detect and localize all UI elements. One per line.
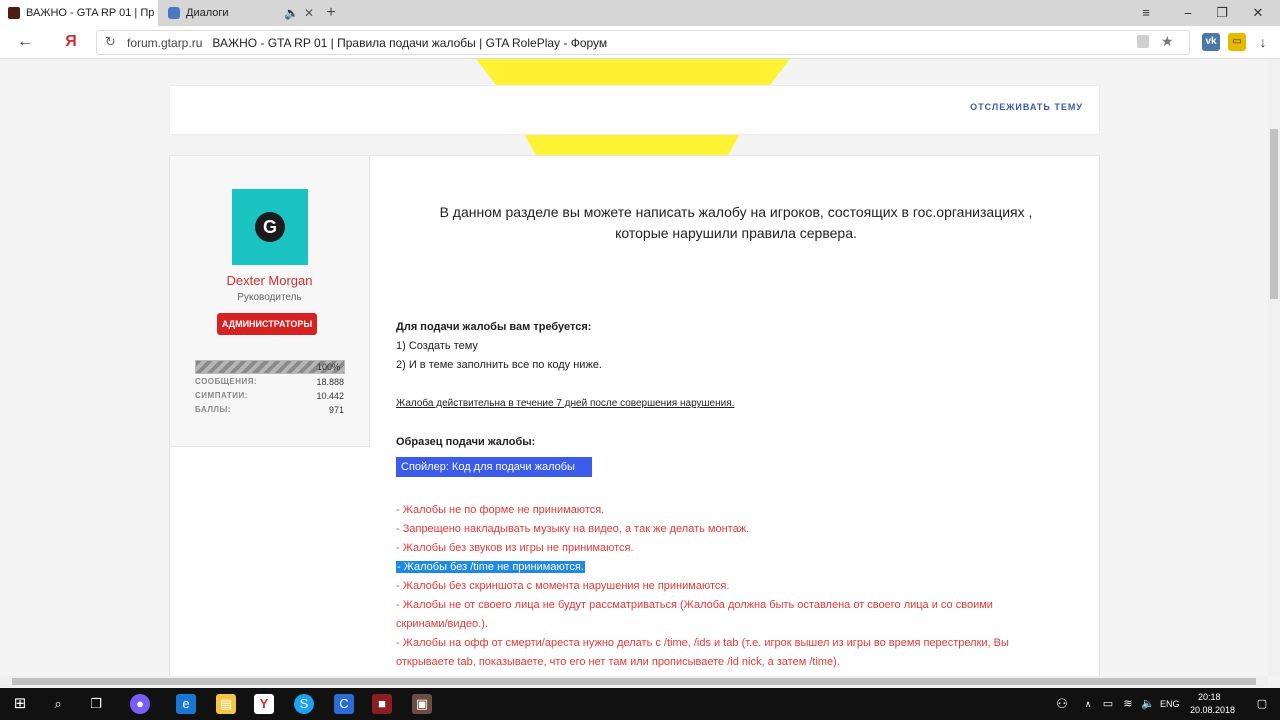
address-bar: ← Я ↻ forum.gtarp.ru ВАЖНО - GTA RP 01 |… [0, 26, 1280, 59]
alice-icon[interactable]: ● [130, 694, 150, 714]
close-tab-icon[interactable]: ✕ [302, 6, 316, 20]
reload-icon[interactable]: ↻ [105, 34, 116, 50]
forum-favicon-icon [8, 7, 20, 19]
rule-item: - Жалобы не по форме не принимаются. [396, 504, 605, 516]
validity-note: Жалоба действительна в течение 7 дней по… [396, 398, 735, 409]
volume-icon[interactable]: 🔈 [1138, 694, 1158, 714]
progress-label: 100% [316, 362, 340, 372]
yandex-browser-icon[interactable]: Y [254, 694, 274, 714]
url-domain: forum.gtarp.ru [127, 35, 203, 50]
app-icon[interactable]: C [334, 694, 354, 714]
stat-label: СООБЩЕНИЯ: [195, 377, 258, 386]
stat-value: 10.442 [316, 391, 344, 401]
task-view-icon[interactable]: ❐ [86, 694, 106, 714]
yandex-logo-icon[interactable]: Я [60, 32, 82, 52]
requirement-item: 1) Создать тему [396, 340, 478, 352]
rule-item: открываете tab, показываете, что его нет… [396, 656, 840, 668]
notifications-icon[interactable]: ▢ [1252, 694, 1272, 714]
scroll-thumb[interactable] [1270, 129, 1278, 299]
rule-item: - Жалобы не от своего лица не будут расс… [396, 599, 993, 611]
stat-row: БАЛЛЫ: 971 [195, 405, 344, 415]
stat-row: СООБЩЕНИЯ: 18.888 [195, 377, 344, 387]
restore-button[interactable]: ❐ [1212, 3, 1232, 23]
page-viewport: ОТСЛЕЖИВАТЬ ТЕМУ G Dexter Morgan Руковод… [0, 59, 1268, 676]
author-role: Руководитель [237, 292, 302, 303]
app-icon[interactable]: ■ [372, 694, 392, 714]
close-window-button[interactable]: ✕ [1248, 3, 1268, 23]
horizontal-scrollbar[interactable] [0, 676, 1268, 687]
yellow-top-shape [476, 59, 790, 85]
stat-label: СИМПАТИИ: [195, 391, 248, 400]
people-icon[interactable]: ⚇ [1052, 694, 1072, 714]
vertical-scrollbar[interactable] [1268, 59, 1280, 676]
skype-icon[interactable]: S [294, 694, 314, 714]
vk-favicon-icon [168, 7, 180, 19]
thread-toolbar: ОТСЛЕЖИВАТЬ ТЕМУ [169, 85, 1100, 135]
sample-title: Образец подачи жалобы: [396, 436, 536, 448]
search-icon[interactable]: ⌕ [48, 694, 68, 714]
back-button[interactable]: ← [14, 32, 36, 52]
tray-chevron-icon[interactable]: ∧ [1078, 694, 1098, 714]
minimize-button[interactable]: ⎯ [1178, 3, 1198, 23]
post-headline: В данном разделе вы можете написать жало… [396, 202, 1076, 244]
rule-item-selected: - Жалобы без /time не принимаются. [396, 558, 1076, 577]
windows-start-icon[interactable]: ⊞ [10, 694, 30, 714]
vk-extension-icon[interactable]: vk [1202, 33, 1220, 51]
headline-line: которые нарушили правила сервера. [615, 225, 857, 241]
url-field[interactable]: ↻ forum.gtarp.ru ВАЖНО - GTA RP 01 | Пра… [96, 30, 1190, 55]
menu-icon[interactable]: ≡ [1136, 3, 1156, 23]
app-icon[interactable]: ▣ [412, 694, 432, 714]
requirements-title: Для подачи жалобы вам требуется: [396, 321, 592, 333]
author-name[interactable]: Dexter Morgan [170, 273, 369, 288]
language-indicator[interactable]: ENG [1160, 699, 1180, 709]
forum-post: G Dexter Morgan Руководитель АДМИНИСТРАТ… [169, 155, 1100, 676]
spoiler-button[interactable]: Спойлер: Код для подачи жалобы [396, 457, 592, 477]
clock-time[interactable]: 20:18 [1198, 692, 1221, 702]
tab-title: Диалоги [186, 7, 229, 19]
post-content: В данном разделе вы можете написать жало… [396, 156, 1076, 676]
rule-item: скринами/видео.). [396, 618, 488, 630]
bookmark-star-icon[interactable]: ★ [1161, 33, 1174, 50]
tab-dialogs[interactable]: Диалоги 🔈 ✕ [160, 0, 320, 26]
downloads-icon[interactable]: ↓ [1252, 32, 1274, 52]
admin-badge: АДМИНИСТРАТОРЫ [217, 313, 317, 335]
selected-text: - Жалобы без /time не принимаются. [396, 561, 585, 573]
rule-item: - Жалобы без звуков из игры не принимают… [396, 542, 634, 554]
progress-bar: 100% [195, 360, 345, 374]
avatar-letter: G [255, 212, 285, 242]
battery-icon[interactable]: ▭ [1098, 694, 1118, 714]
protect-icon[interactable] [1137, 35, 1149, 48]
new-tab-button[interactable]: + [322, 4, 340, 22]
tab-forum[interactable]: ВАЖНО - GTA RP 01 | Пр [0, 0, 158, 26]
rule-item: - Жалобы на офф от смерти/ареста нужно д… [396, 637, 1009, 649]
audio-icon[interactable]: 🔈 [284, 6, 299, 20]
author-panel: G Dexter Morgan Руководитель АДМИНИСТРАТ… [170, 156, 370, 447]
battery-extension-icon[interactable]: ▭ [1228, 33, 1246, 51]
stat-value: 971 [328, 405, 344, 415]
clock-date[interactable]: 20.08.2018 [1190, 705, 1235, 715]
scroll-thumb[interactable] [12, 678, 1256, 685]
yellow-bottom-shape [524, 134, 740, 155]
edge-icon[interactable]: e [176, 694, 196, 714]
wifi-icon[interactable]: ≋ [1118, 694, 1138, 714]
stat-value: 18.888 [316, 377, 344, 387]
stat-label: БАЛЛЫ: [195, 405, 232, 414]
avatar[interactable]: G [232, 189, 308, 265]
requirement-item: 2) И в теме заполнить все по коду ниже. [396, 359, 602, 371]
browser-tab-bar: ВАЖНО - GTA RP 01 | Пр Диалоги 🔈 ✕ + ≡ ⎯… [0, 0, 1280, 26]
stat-row: СИМПАТИИ: 10.442 [195, 391, 344, 401]
follow-thread-button[interactable]: ОТСЛЕЖИВАТЬ ТЕМУ [970, 102, 1083, 112]
url-page-title: ВАЖНО - GTA RP 01 | Правила подачи жалоб… [212, 35, 608, 50]
rule-item: - Жалобы без скриншота с момента нарушен… [396, 580, 730, 592]
taskbar: ⊞ ⌕ ❐ ● e ▤ Y S C ■ ▣ ⚇ ∧ ▭ ≋ 🔈 ENG 20:1… [0, 688, 1280, 720]
headline-line: В данном разделе вы можете написать жало… [439, 204, 1033, 220]
tab-title: ВАЖНО - GTA RP 01 | Пр [26, 7, 155, 19]
explorer-icon[interactable]: ▤ [216, 694, 236, 714]
rule-item: - Запрещено накладывать музыку на видео,… [396, 523, 750, 535]
